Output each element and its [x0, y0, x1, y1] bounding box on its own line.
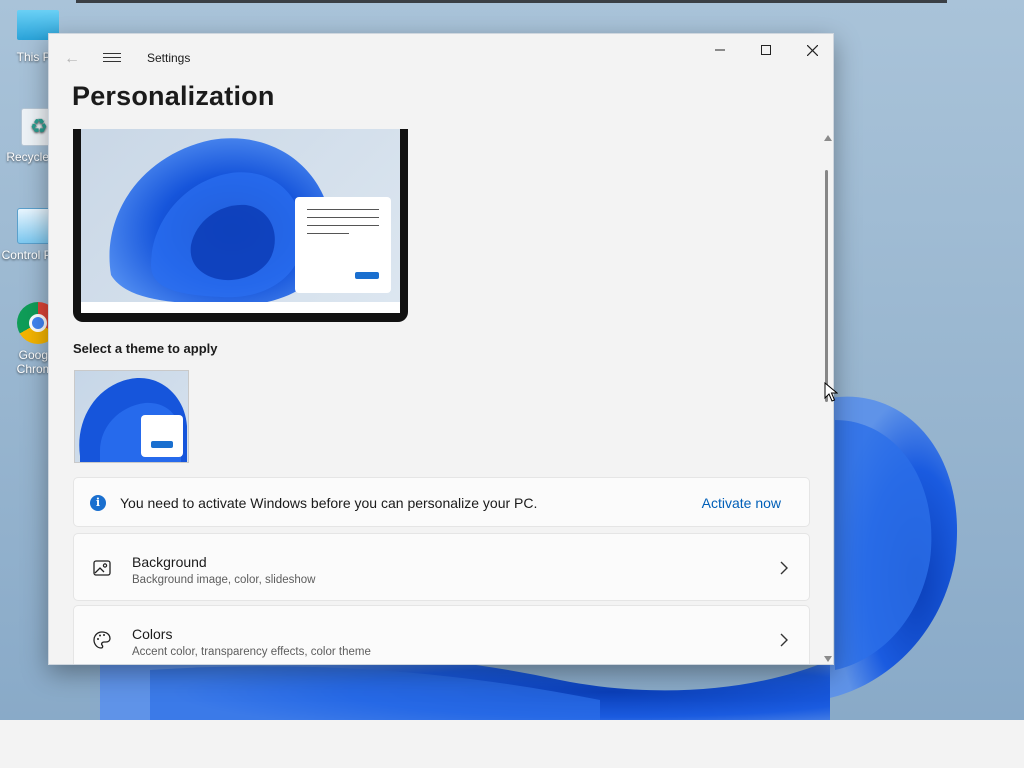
activation-message: You need to activate Windows before you …	[120, 495, 538, 511]
activate-now-link[interactable]: Activate now	[702, 495, 781, 511]
page-title: Personalization	[72, 81, 275, 111]
close-button[interactable]	[789, 34, 833, 66]
row-subtitle: Accent color, transparency effects, colo…	[132, 646, 371, 658]
content-scroll-area[interactable]: Select a theme to apply i You need to ac…	[49, 129, 825, 664]
scroll-up-arrow-icon[interactable]	[824, 135, 832, 141]
back-arrow-icon[interactable]: ←	[61, 48, 83, 70]
maximize-button[interactable]	[743, 34, 789, 66]
row-subtitle: Background image, color, slideshow	[132, 574, 316, 586]
preview-taskbar	[81, 302, 400, 313]
hamburger-menu-icon[interactable]	[103, 50, 121, 64]
activation-notice: i You need to activate Windows before yo…	[73, 477, 810, 527]
info-icon: i	[90, 495, 106, 511]
app-title: Settings	[147, 51, 191, 65]
scrollbar-thumb[interactable]	[825, 170, 828, 402]
settings-row-background[interactable]: Background Background image, color, slid…	[73, 533, 810, 601]
maximize-icon	[761, 45, 771, 55]
preview-wallpaper	[81, 129, 400, 302]
settings-window: ← Settings Personalization Select a them…	[48, 33, 834, 665]
minimize-icon	[715, 49, 725, 51]
theme-section-label: Select a theme to apply	[73, 341, 218, 356]
settings-row-colors[interactable]: Colors Accent color, transparency effect…	[73, 605, 810, 664]
theme-preview-card	[141, 415, 183, 457]
taskbar-area	[0, 720, 1024, 768]
palette-icon	[93, 631, 111, 649]
title-bar[interactable]: ← Settings	[49, 34, 833, 80]
mouse-cursor-icon	[824, 382, 838, 402]
row-title: Background	[132, 554, 207, 570]
scroll-down-arrow-icon[interactable]	[824, 656, 832, 662]
minimize-button[interactable]	[697, 34, 743, 66]
row-title: Colors	[132, 626, 173, 642]
close-icon	[806, 44, 818, 56]
preview-dialog-button	[355, 272, 379, 279]
theme-preview	[73, 129, 408, 322]
image-icon	[93, 560, 111, 576]
preview-dialog	[295, 197, 391, 293]
theme-option[interactable]	[74, 370, 189, 463]
chevron-right-icon	[780, 633, 788, 647]
chevron-right-icon	[780, 561, 788, 575]
